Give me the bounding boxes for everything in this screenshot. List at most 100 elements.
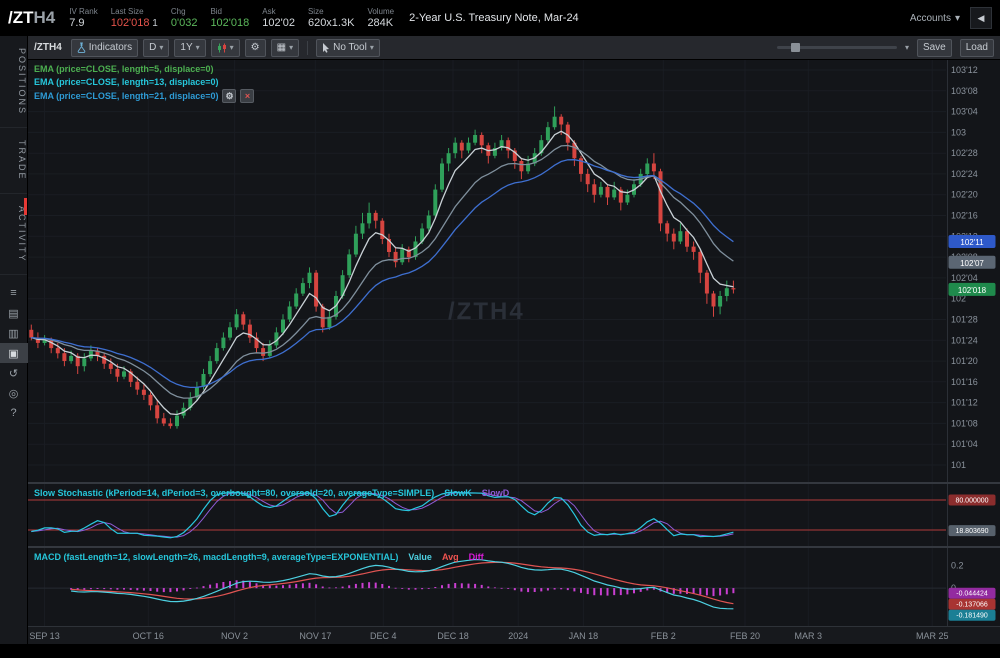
charts-icon[interactable]: ▣ [0,343,28,363]
community-icon[interactable]: ◎ [0,383,28,403]
scan-icon[interactable]: ▥ [0,323,28,343]
cursor-icon [322,43,330,53]
caret-down-icon: ▾ [955,13,960,24]
quote-field-chg: Chg0'032 [171,7,198,29]
watchlist-icon[interactable]: ▤ [0,303,28,323]
help-icon[interactable]: ? [0,403,28,423]
symbol-root: /ZT [8,8,34,27]
svg-text:-0.044424: -0.044424 [956,591,988,598]
flask-icon [77,42,86,53]
svg-text:101: 101 [951,460,966,470]
zoom-slider-handle[interactable] [791,43,800,52]
svg-text:101'28: 101'28 [951,314,978,324]
stochastic-pane: Slow Stochastic (kPeriod=14, dPeriod=3, … [28,484,1000,546]
drawing-tool-dropdown[interactable]: No Tool▾ [316,39,380,57]
legend-item-value: Value [408,551,432,564]
chart-layout-dropdown[interactable]: ▦▾ [271,39,299,57]
history-icon[interactable]: ↺ [0,363,28,383]
study-remove-icon[interactable]: × [240,89,254,103]
sidebar-tab-positions[interactable]: POSITIONS [0,36,27,128]
sidebar-tab-activity[interactable]: ACTIVITY [0,194,27,276]
expand-panel-button[interactable]: ◀ [970,7,992,29]
time-axis-label: MAR 25 [916,631,949,641]
time-axis-label: FEB 20 [730,631,760,641]
symbol-expiry: H4 [34,8,56,27]
svg-text:102'28: 102'28 [951,148,978,158]
stochastic-study-label: Slow Stochastic (kPeriod=14, dPeriod=3, … [34,487,509,500]
svg-text:-0.181490: -0.181490 [956,613,988,620]
candlestick-icon [217,43,227,53]
svg-text:101'24: 101'24 [951,335,978,345]
timeframe-dropdown[interactable]: D▾ [143,39,169,57]
study-label: MACD (fastLength=12, slowLength=26, macd… [34,551,398,564]
indicators-button[interactable]: Indicators [71,39,138,57]
instrument-description: 2-Year U.S. Treasury Note, Mar-24 [409,12,579,24]
chevron-left-icon: ◀ [978,13,985,24]
left-sidebar: POSITIONSTRADEACTIVITY ≡▤▥▣↺◎? [0,36,28,644]
quote-header: /ZTH4 IV Rank7.9 Last Size102'018 1 Chg0'0… [0,0,1000,36]
symbol-title: /ZTH4 [8,8,55,28]
sidebar-tabs: POSITIONSTRADEACTIVITY [0,36,27,275]
svg-text:102'04: 102'04 [951,273,978,283]
time-axis-label: NOV 2 [221,631,248,641]
price-pane: /ZTH4 EMA (price=CLOSE, length=5, displa… [28,60,1000,482]
status-bar [0,644,1000,658]
svg-text:103'08: 103'08 [951,86,978,96]
study-settings-icon[interactable]: ⚙ [222,89,236,103]
activity-alert-indicator [24,198,27,215]
time-axis-label: DEC 18 [437,631,469,641]
load-button[interactable]: Load [960,39,994,57]
caret-down-icon[interactable]: ▾ [905,43,909,52]
svg-text:101'12: 101'12 [951,398,978,408]
legend-item-avg: Avg [442,551,459,564]
legend-item-slowk: SlowK [444,487,472,500]
svg-text:102'20: 102'20 [951,190,978,200]
legend-item-slowd: SlowD [482,487,510,500]
chart-symbol-label: /ZTH4 [34,42,62,53]
caret-down-icon: ▾ [289,43,293,52]
ema-study-label: EMA (price=CLOSE, length=5, displace=0) [34,63,213,76]
chart-type-dropdown[interactable]: ▾ [211,39,240,57]
svg-text:-0.137066: -0.137066 [956,602,988,609]
quotes-icon[interactable]: ≡ [0,283,28,303]
range-dropdown[interactable]: 1Y▾ [174,39,205,57]
toolbar-separator [307,41,308,55]
time-axis-label: FEB 2 [651,631,676,641]
chart-settings-button[interactable]: ⚙ [245,39,266,57]
svg-text:101'16: 101'16 [951,377,978,387]
quote-field-size: Size620x1.3K [308,7,354,29]
time-axis-label: MAR 3 [795,631,823,641]
quote-field-ask: Ask102'02 [262,7,295,29]
save-button[interactable]: Save [917,39,952,57]
svg-text:103'04: 103'04 [951,107,978,117]
macd-pane: MACD (fastLength=12, slowLength=26, macd… [28,548,1000,626]
time-axis-label: 2024 [508,631,528,641]
gear-icon: ⚙ [251,42,260,53]
main-chart-canvas[interactable]: 103'12103'08103'04103102'28102'24102'201… [28,60,1000,482]
svg-text:101'08: 101'08 [951,418,978,428]
quote-field-last-size: Last Size102'018 1 [111,7,158,29]
sidebar-icons: ≡▤▥▣↺◎? [0,283,27,423]
svg-text:102'018: 102'018 [958,286,987,295]
caret-down-icon: ▾ [159,43,163,52]
accounts-label: Accounts [910,13,951,24]
time-axis-label: JAN 18 [569,631,599,641]
time-axis-label: DEC 4 [370,631,397,641]
quote-field-volume: Volume284K [367,7,394,29]
svg-text:80.000000: 80.000000 [955,498,988,505]
quote-field-iv-rank: IV Rank7.9 [69,7,97,29]
accounts-dropdown[interactable]: Accounts ▾ [910,13,960,24]
sidebar-tab-trade[interactable]: TRADE [0,128,27,194]
svg-text:18.803690: 18.803690 [955,528,988,535]
time-axis[interactable]: SEP 13OCT 16NOV 2NOV 17DEC 4DEC 182024JA… [28,626,1000,644]
svg-text:102'07: 102'07 [960,259,984,268]
quote-field-bid: Bid102'018 [210,7,249,29]
quote-fields: IV Rank7.9 Last Size102'018 1 Chg0'032 Bid1… [69,7,407,29]
time-axis-label: NOV 17 [299,631,331,641]
zoom-slider[interactable] [777,46,897,49]
caret-down-icon: ▾ [370,43,374,52]
svg-text:102'16: 102'16 [951,211,978,221]
macd-study-label: MACD (fastLength=12, slowLength=26, macd… [34,551,484,564]
caret-down-icon: ▾ [230,43,234,52]
time-axis-label: SEP 13 [29,631,59,641]
